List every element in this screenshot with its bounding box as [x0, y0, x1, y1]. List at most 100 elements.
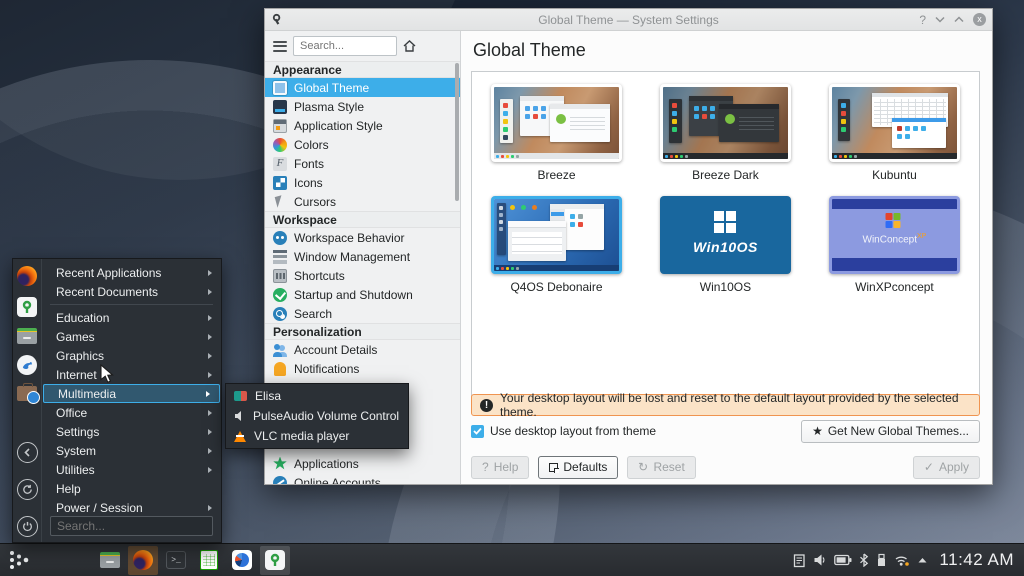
clipboard-icon[interactable]	[792, 553, 806, 568]
launcher-search[interactable]	[50, 516, 213, 536]
archive-manager-icon[interactable]	[17, 328, 37, 344]
defaults-button[interactable]: Defaults	[538, 456, 618, 479]
reset-button[interactable]: ↺Reset	[627, 456, 695, 479]
window-help-button[interactable]: ?	[919, 13, 926, 27]
submenu-arrow-icon	[208, 505, 212, 511]
online-accounts-icon	[273, 476, 287, 485]
theme-tile-winxpconcept[interactable]: WinConceptXP WinXPconcept	[810, 196, 979, 294]
use-layout-checkbox[interactable]	[471, 425, 484, 438]
task-firefox[interactable]	[128, 546, 158, 575]
tray-expander-icon[interactable]	[917, 556, 928, 564]
sidebar-item-icons[interactable]: Icons	[265, 173, 460, 192]
theme-tile-breeze-dark[interactable]: Breeze Dark	[641, 84, 810, 182]
theme-preview-breeze-dark[interactable]	[660, 84, 791, 162]
theme-tile-win10os[interactable]: Win10OS Win10OS	[641, 196, 810, 294]
help-button[interactable]: ?Help	[471, 456, 529, 479]
submenu-item-vlc[interactable]: VLC media player	[226, 426, 408, 446]
speaker-icon	[234, 410, 245, 422]
system-settings-icon[interactable]	[17, 297, 37, 317]
bluetooth-icon[interactable]	[859, 553, 869, 567]
theme-tile-breeze[interactable]: Breeze	[472, 84, 641, 182]
theme-preview-kubuntu[interactable]	[829, 84, 960, 162]
titlebar[interactable]: Global Theme — System Settings ? x	[265, 9, 992, 31]
wifi-icon[interactable]	[894, 553, 910, 567]
sidebar-item-application-style[interactable]: Application Style	[265, 116, 460, 135]
volume-icon[interactable]	[813, 553, 827, 567]
task-system-monitor[interactable]	[227, 546, 257, 575]
app-logo-icon[interactable]	[17, 355, 37, 375]
search-icon	[273, 307, 287, 321]
app-launcher-button[interactable]	[0, 544, 40, 576]
menu-item-utilities[interactable]: Utilities	[42, 460, 221, 479]
xp-flag-icon	[886, 213, 903, 228]
sidebar-item-applications[interactable]: Applications	[265, 454, 460, 473]
launcher-search-input[interactable]	[50, 516, 213, 536]
maximize-button[interactable]	[954, 16, 964, 23]
theme-tile-q4os-debonaire[interactable]: Q4OS Debonaire	[472, 196, 641, 294]
sidebar-item-colors[interactable]: Colors	[265, 135, 460, 154]
firefox-icon	[133, 550, 153, 570]
menu-item-multimedia[interactable]: Multimedia	[43, 384, 220, 403]
sidebar-search-input[interactable]	[293, 36, 397, 56]
notifications-icon	[274, 362, 286, 376]
task-terminal[interactable]: >_	[161, 546, 191, 575]
sidebar-item-window-management[interactable]: Window Management	[265, 247, 460, 266]
task-archive-manager[interactable]	[95, 546, 125, 575]
theme-tile-kubuntu[interactable]: Kubuntu	[810, 84, 979, 182]
win10os-preview-text: Win10OS	[663, 239, 788, 255]
get-new-themes-button[interactable]: ★Get New Global Themes...	[801, 420, 980, 443]
menu-item-games[interactable]: Games	[42, 327, 221, 346]
software-center-icon[interactable]	[17, 386, 37, 401]
sidebar-item-workspace-behavior[interactable]: Workspace Behavior	[265, 228, 460, 247]
menu-item-recent-documents[interactable]: Recent Documents	[42, 282, 221, 301]
windows-logo-icon	[714, 211, 736, 233]
theme-preview-winxpconcept[interactable]: WinConceptXP	[829, 196, 960, 274]
colors-icon	[273, 138, 287, 152]
warning-text: Your desktop layout will be lost and res…	[500, 391, 971, 419]
task-libreoffice-calc[interactable]	[194, 546, 224, 575]
menu-item-settings[interactable]: Settings	[42, 422, 221, 441]
sidebar-item-search[interactable]: Search	[265, 304, 460, 323]
sidebar-item-fonts[interactable]: FFonts	[265, 154, 460, 173]
sidebar-scrollbar[interactable]	[455, 63, 459, 201]
theme-preview-win10os[interactable]: Win10OS	[660, 196, 791, 274]
submenu-arrow-icon	[208, 270, 212, 276]
close-button[interactable]: x	[973, 13, 986, 26]
theme-preview-q4os-debonaire[interactable]	[491, 196, 622, 274]
menu-item-graphics[interactable]: Graphics	[42, 346, 221, 365]
sidebar-item-cursors[interactable]: Cursors	[265, 192, 460, 211]
firefox-icon[interactable]	[17, 266, 37, 286]
restart-button[interactable]	[17, 479, 38, 500]
sidebar-item-account-details[interactable]: Account Details	[265, 340, 460, 359]
battery-icon[interactable]	[834, 554, 852, 566]
clock[interactable]: 11:42 AM	[939, 550, 1014, 570]
submenu-item-elisa[interactable]: Elisa	[226, 386, 408, 406]
menu-item-recent-applications[interactable]: Recent Applications	[42, 263, 221, 282]
sidebar-search[interactable]	[293, 36, 397, 56]
sidebar-item-notifications[interactable]: Notifications	[265, 359, 460, 378]
sidebar-item-plasma-style[interactable]: Plasma Style	[265, 97, 460, 116]
home-icon[interactable]	[403, 40, 416, 52]
menu-item-education[interactable]: Education	[42, 308, 221, 327]
sidebar-item-startup-shutdown[interactable]: Startup and Shutdown	[265, 285, 460, 304]
menu-item-power-session[interactable]: Power / Session	[42, 498, 221, 517]
shutdown-button[interactable]	[17, 516, 38, 537]
settings-main-panel: Global Theme Breeze	[461, 31, 992, 484]
minimize-button[interactable]	[935, 16, 945, 23]
use-layout-label: Use desktop layout from theme	[490, 424, 656, 438]
hamburger-menu-icon[interactable]	[273, 41, 287, 52]
menu-item-system[interactable]: System	[42, 441, 221, 460]
menu-item-internet[interactable]: Internet	[42, 365, 221, 384]
workspace-behavior-icon	[273, 231, 287, 245]
menu-item-help[interactable]: Help	[42, 479, 221, 498]
theme-preview-breeze[interactable]	[491, 84, 622, 162]
menu-item-office[interactable]: Office	[42, 403, 221, 422]
back-button[interactable]	[17, 442, 38, 463]
usb-device-icon[interactable]	[876, 553, 887, 567]
sidebar-item-online-accounts[interactable]: Online Accounts	[265, 473, 460, 484]
sidebar-item-shortcuts[interactable]: Shortcuts	[265, 266, 460, 285]
submenu-item-pulseaudio[interactable]: PulseAudio Volume Control	[226, 406, 408, 426]
task-system-settings[interactable]	[260, 546, 290, 575]
apply-button[interactable]: ✓Apply	[913, 456, 980, 479]
sidebar-item-global-theme[interactable]: Global Theme	[265, 78, 460, 97]
